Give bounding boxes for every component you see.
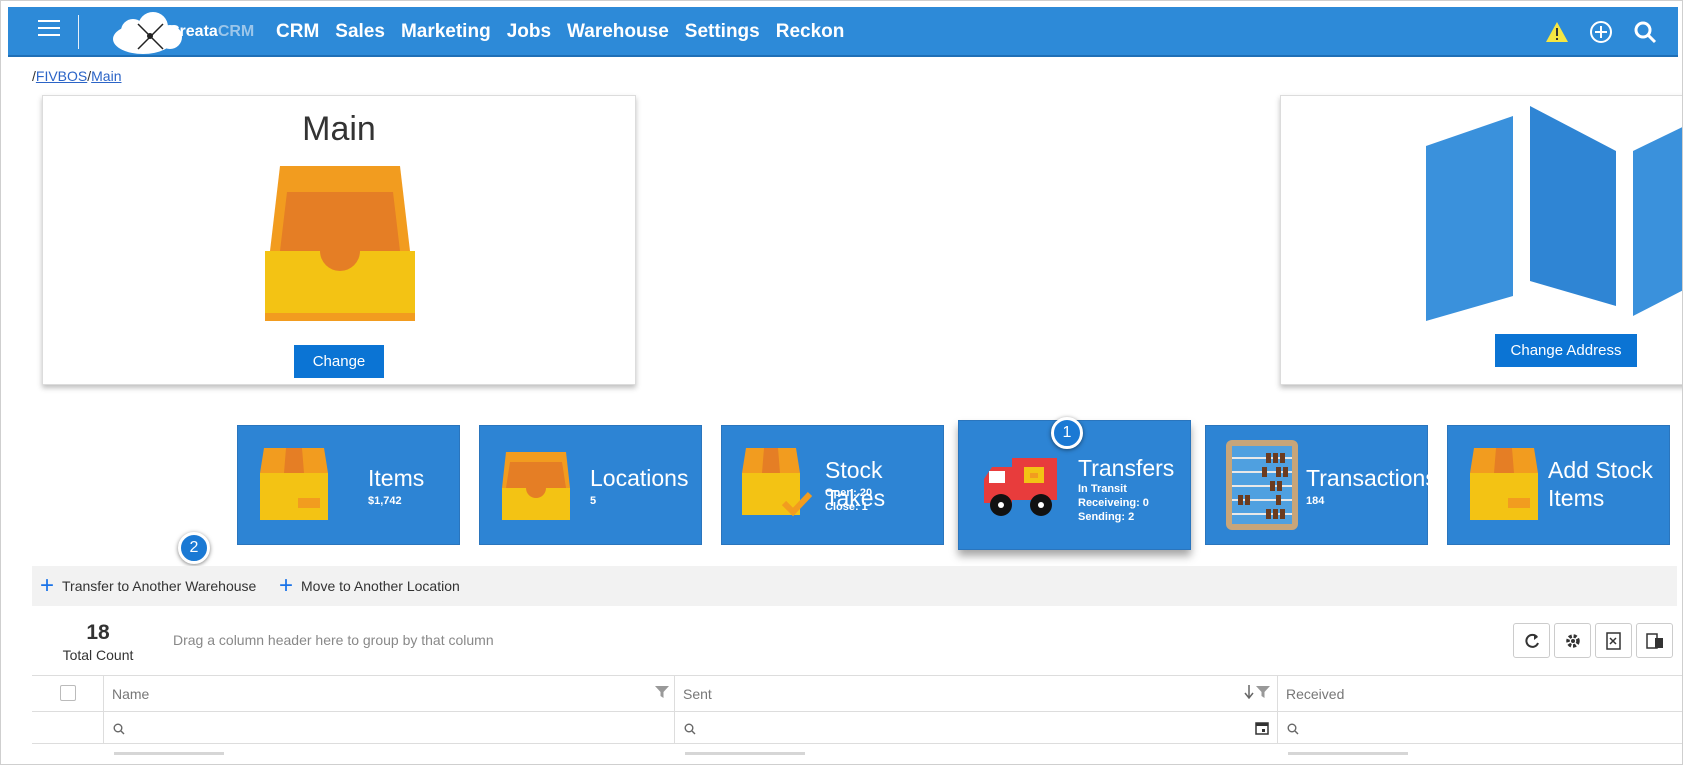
warehouse-title: Main xyxy=(302,110,376,148)
address-card: Change Address xyxy=(1280,95,1682,385)
group-panel-hint: Drag a column header here to group by th… xyxy=(173,632,494,648)
column-chooser-button[interactable] xyxy=(1636,623,1673,658)
column-header-received[interactable]: Received xyxy=(1278,676,1682,711)
export-excel-icon xyxy=(1605,631,1621,650)
nav-reckon[interactable]: Reckon xyxy=(776,21,845,43)
transfers-grid: Name Sent Received xyxy=(32,675,1682,764)
breadcrumb-link-main[interactable]: Main xyxy=(91,68,121,84)
name-filter-input[interactable] xyxy=(104,712,675,743)
change-button[interactable]: Change xyxy=(294,345,384,378)
column-name-label: Name xyxy=(112,686,150,702)
received-filter-input[interactable] xyxy=(1278,712,1682,743)
add-circle-icon[interactable] xyxy=(1588,19,1614,45)
tile-locations[interactable]: Locations 5 xyxy=(479,425,702,545)
table-row[interactable] xyxy=(32,744,1682,764)
transfer-to-another-warehouse-label: Transfer to Another Warehouse xyxy=(62,578,257,594)
column-header-name[interactable]: Name xyxy=(104,676,675,711)
tile-items-name: Items xyxy=(368,465,425,491)
search-icon xyxy=(113,723,125,735)
change-address-button[interactable]: Change Address xyxy=(1495,334,1637,367)
drawer-icon xyxy=(502,452,570,520)
nav-sales[interactable]: Sales xyxy=(335,21,385,43)
nav-warehouse[interactable]: Warehouse xyxy=(567,21,669,43)
action-bar: + Transfer to Another Warehouse + Move t… xyxy=(32,566,1677,606)
column-header-sent[interactable]: Sent xyxy=(675,676,1278,711)
refresh-button[interactable] xyxy=(1513,623,1550,658)
cut-off-cell-text xyxy=(114,752,224,755)
total-count-label: Total Count xyxy=(62,647,134,663)
search-icon xyxy=(684,723,696,735)
tile-transactions-name: Transactions xyxy=(1306,465,1437,491)
tile-transfers-name: Transfers xyxy=(1078,455,1175,481)
breadcrumb: /FIVBOS/Main xyxy=(32,68,122,84)
tile-stock-takes-open: Open: 20 xyxy=(825,487,873,499)
cut-off-cell-text xyxy=(685,752,805,755)
grid-filter-row xyxy=(32,712,1682,744)
tile-locations-name: Locations xyxy=(590,465,689,491)
cut-off-cell-text xyxy=(1288,752,1408,755)
drawer-icon xyxy=(265,166,415,321)
tile-add-stock-items-name-line1: Add Stock xyxy=(1548,457,1653,483)
tile-add-stock-items[interactable]: Add Stock Items xyxy=(1447,425,1670,545)
plus-icon: + xyxy=(279,572,294,599)
warehouse-card: Main Change xyxy=(42,95,636,385)
tile-items[interactable]: Items $1,742 xyxy=(237,425,460,545)
column-chooser-icon xyxy=(1645,632,1663,649)
tile-transfers-sending: Sending: 2 xyxy=(1078,511,1135,523)
tile-transactions[interactable]: Transactions 184 xyxy=(1205,425,1437,545)
total-count: 18 Total Count xyxy=(59,621,137,663)
settings-icon xyxy=(1565,633,1580,648)
filter-icon[interactable] xyxy=(655,685,669,699)
top-icons xyxy=(1526,7,1658,57)
box-icon xyxy=(1470,448,1538,520)
box-check-icon xyxy=(742,448,812,517)
tile-add-stock-items-name-line2: Items xyxy=(1548,485,1605,511)
nav-settings[interactable]: Settings xyxy=(685,21,760,43)
map-icon xyxy=(1426,106,1682,321)
select-all-cell xyxy=(32,676,104,711)
column-received-label: Received xyxy=(1286,686,1345,702)
move-to-another-location-label: Move to Another Location xyxy=(301,578,460,594)
refresh-icon xyxy=(1524,633,1539,648)
grid-header-row: Name Sent Received xyxy=(32,676,1682,712)
tile-transactions-value: 184 xyxy=(1306,495,1325,507)
box-icon xyxy=(260,448,328,520)
filter-icon[interactable] xyxy=(1256,685,1270,699)
divider xyxy=(78,15,79,49)
export-excel-button[interactable] xyxy=(1595,623,1632,658)
warning-icon[interactable] xyxy=(1544,19,1570,45)
filter-spacer-cell xyxy=(32,712,104,743)
column-sent-label: Sent xyxy=(683,686,712,702)
sent-filter-input[interactable] xyxy=(675,712,1278,743)
tile-stock-takes-close: Close: 1 xyxy=(825,501,868,513)
breadcrumb-link-fivbos[interactable]: FIVBOS xyxy=(36,68,87,84)
main-nav: CRM Sales Marketing Jobs Warehouse Setti… xyxy=(276,7,860,57)
top-navigation-bar: CreataCRM CRM Sales Marketing Jobs Wareh… xyxy=(8,7,1678,57)
nav-jobs[interactable]: Jobs xyxy=(507,21,551,43)
step-marker-2: 2 xyxy=(178,532,210,564)
total-count-value: 18 xyxy=(86,621,110,644)
step-marker-1: 1 xyxy=(1051,417,1083,449)
sort-descending-icon xyxy=(1244,685,1254,699)
tile-stock-takes[interactable]: Stock Takes Open: 20 Close: 1 xyxy=(721,425,944,545)
abacus-icon xyxy=(1226,440,1298,530)
nav-marketing[interactable]: Marketing xyxy=(401,21,491,43)
tile-transfers-receiving: Receiveing: 0 xyxy=(1078,497,1149,509)
transfer-to-another-warehouse-button[interactable]: + Transfer to Another Warehouse xyxy=(40,566,256,606)
nav-crm[interactable]: CRM xyxy=(276,21,319,43)
logo[interactable]: CreataCRM xyxy=(108,9,268,57)
search-icon xyxy=(1287,723,1299,735)
search-icon[interactable] xyxy=(1632,19,1658,45)
hamburger-menu-icon[interactable] xyxy=(38,20,60,40)
select-all-checkbox[interactable] xyxy=(60,685,76,701)
move-to-another-location-button[interactable]: + Move to Another Location xyxy=(279,566,460,606)
calendar-icon[interactable] xyxy=(1255,721,1269,735)
settings-button[interactable] xyxy=(1554,623,1591,658)
logo-text: CreataCRM xyxy=(168,23,255,40)
tile-items-value: $1,742 xyxy=(368,495,402,507)
tile-locations-value: 5 xyxy=(590,495,597,507)
tile-transfers-in-transit: In Transit xyxy=(1078,483,1127,495)
truck-icon xyxy=(984,458,1057,516)
plus-icon: + xyxy=(40,572,55,599)
